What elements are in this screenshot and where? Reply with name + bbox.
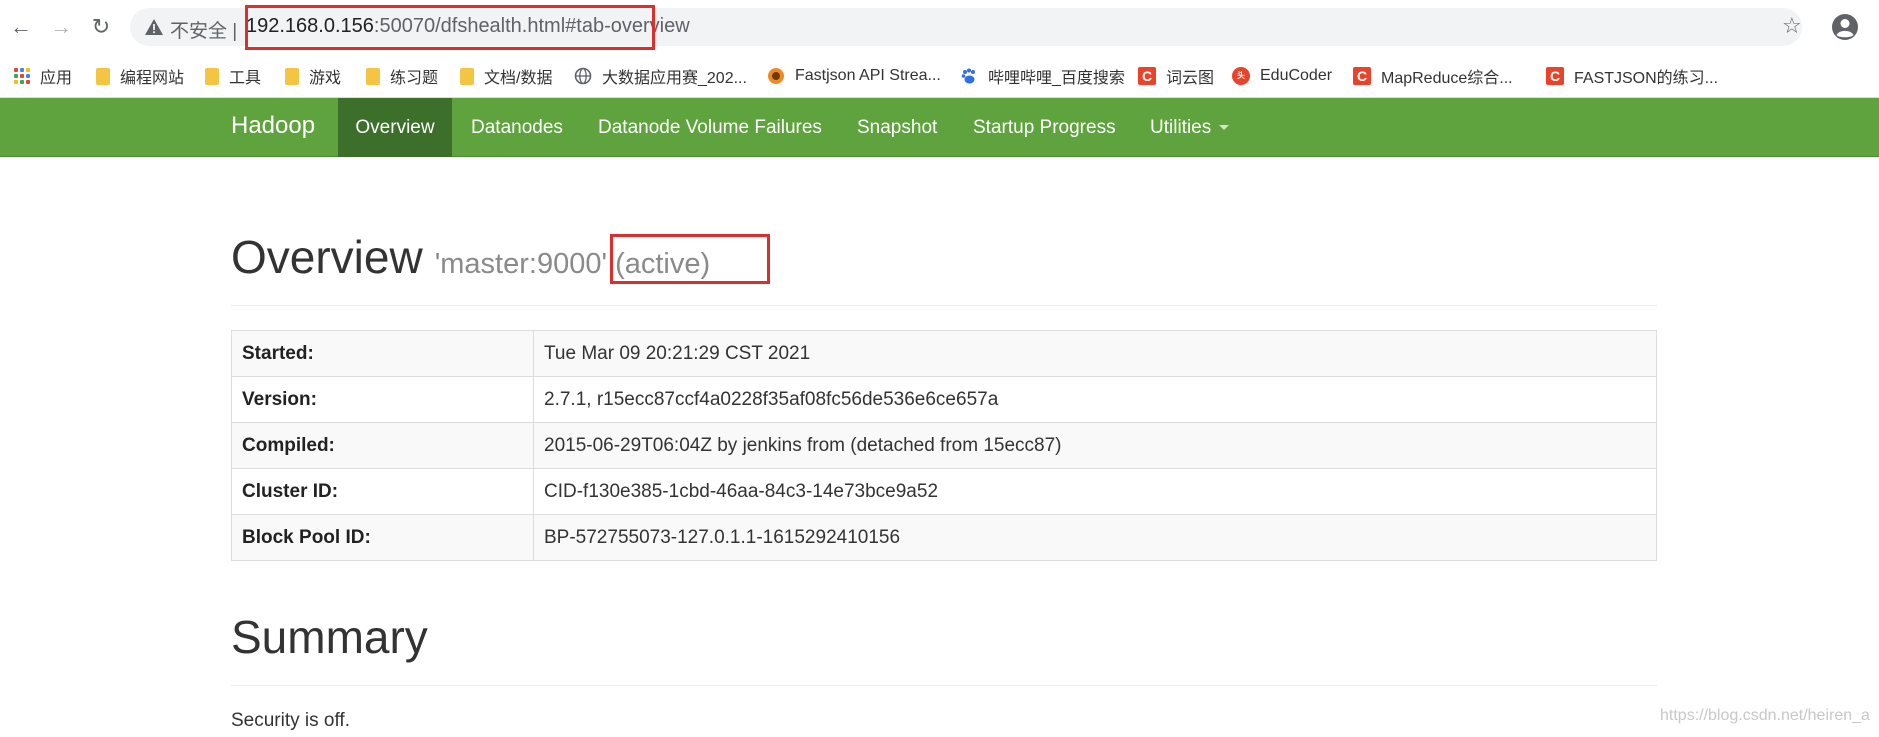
table-row: Cluster ID: CID-f130e385-1cbd-46aa-84c3-…	[231, 468, 1657, 515]
row-key: Cluster ID:	[231, 468, 534, 515]
bookmark-label: 编程网站	[120, 70, 185, 87]
table-row: Version: 2.7.1, r15ecc87ccf4a0228f35af08…	[231, 376, 1657, 423]
security-status: Security is off.	[231, 710, 350, 731]
active-highlight-box	[610, 234, 770, 284]
table-row: Started: Tue Mar 09 20:21:29 CST 2021	[231, 330, 1657, 377]
bookmark-label: 词云图	[1166, 70, 1215, 87]
tab-startup-progress[interactable]: Startup Progress	[973, 98, 1116, 157]
summary-heading: Summary	[231, 611, 428, 663]
bookmark-label: 文档/数据	[484, 70, 553, 87]
bookmark-link[interactable]: 大数据应用赛_202...	[574, 54, 747, 98]
csdn-icon: C	[1353, 67, 1371, 85]
watermark: https://blog.csdn.net/heiren_a	[1660, 707, 1870, 724]
tab-snapshot[interactable]: Snapshot	[857, 98, 937, 157]
warning-icon[interactable]	[144, 17, 164, 37]
caret-down-icon	[1219, 125, 1230, 131]
hadoop-navbar: Hadoop Overview Datanodes Datanode Volum…	[0, 98, 1879, 157]
bookmark-folder[interactable]: 编程网站	[96, 54, 184, 98]
folder-icon	[460, 67, 474, 85]
bookmark-link[interactable]: Fastjson API Strea...	[767, 54, 941, 98]
row-value: 2015-06-29T06:04Z by jenkins from (detac…	[533, 422, 1657, 469]
bookmark-label: 应用	[40, 70, 73, 87]
bookmark-label: Fastjson API Strea...	[795, 67, 941, 84]
bookmark-label: EduCoder	[1260, 67, 1333, 84]
bookmark-link[interactable]: 哔哩哔哩_百度搜索	[960, 54, 1125, 98]
reload-icon[interactable]: ↻	[88, 14, 114, 40]
star-icon[interactable]: ☆	[1782, 14, 1806, 38]
bookmark-label: 练习题	[390, 70, 439, 87]
globe-icon	[574, 67, 592, 85]
site-icon	[768, 68, 784, 84]
tab-datanodes[interactable]: Datanodes	[471, 98, 563, 157]
table-row: Block Pool ID: BP-572755073-127.0.1.1-16…	[231, 514, 1657, 561]
folder-icon	[366, 67, 380, 85]
tab-utilities-label: Utilities	[1150, 117, 1212, 138]
table-row: Compiled: 2015-06-29T06:04Z by jenkins f…	[231, 422, 1657, 469]
bookmark-link[interactable]: C 词云图	[1138, 54, 1214, 98]
insecure-label[interactable]: 不安全 |	[170, 16, 237, 43]
bookmark-folder[interactable]: 工具	[205, 54, 261, 98]
bookmark-folder[interactable]: 练习题	[366, 54, 438, 98]
row-value: BP-572755073-127.0.1.1-1615292410156	[533, 514, 1657, 561]
educoder-icon: 头	[1232, 67, 1250, 85]
baidu-paw-icon	[961, 68, 975, 84]
bookmark-link[interactable]: C MapReduce综合...	[1353, 54, 1513, 98]
folder-icon	[96, 67, 110, 85]
bookmark-link[interactable]: 头 EduCoder	[1232, 54, 1332, 98]
bookmark-label: 大数据应用赛_202...	[602, 70, 747, 87]
overview-title: Overview	[231, 231, 423, 283]
tab-utilities[interactable]: Utilities	[1150, 98, 1230, 157]
bookmarks-bar: 应用 编程网站 工具 游戏 练习题 文档/数据 大数据应用赛_202... Fa…	[0, 54, 1879, 98]
csdn-icon: C	[1138, 67, 1156, 85]
tab-overview[interactable]: Overview	[338, 98, 452, 157]
csdn-icon: C	[1546, 67, 1564, 85]
row-value: CID-f130e385-1cbd-46aa-84c3-14e73bce9a52	[533, 468, 1657, 515]
apps-icon	[14, 68, 30, 84]
row-key: Compiled:	[231, 422, 534, 469]
row-value: 2.7.1, r15ecc87ccf4a0228f35af08fc56de536…	[533, 376, 1657, 423]
url-highlight-box	[245, 5, 655, 50]
brand-link[interactable]: Hadoop	[231, 112, 315, 140]
namenode-address: 'master:9000'	[434, 248, 607, 280]
row-key: Version:	[231, 376, 534, 423]
folder-icon	[285, 67, 299, 85]
divider	[231, 305, 1657, 306]
row-value: Tue Mar 09 20:21:29 CST 2021	[533, 330, 1657, 377]
row-key: Started:	[231, 330, 534, 377]
bookmark-link[interactable]: C FASTJSON的练习...	[1546, 54, 1718, 98]
account-icon[interactable]	[1831, 13, 1859, 41]
divider	[231, 685, 1657, 686]
bookmark-label: 工具	[229, 70, 262, 87]
bookmark-label: 游戏	[309, 70, 342, 87]
bookmark-folder[interactable]: 文档/数据	[460, 54, 552, 98]
overview-table: Started: Tue Mar 09 20:21:29 CST 2021 Ve…	[231, 330, 1657, 561]
bookmark-apps[interactable]: 应用	[14, 54, 72, 98]
tab-datanode-volume-failures[interactable]: Datanode Volume Failures	[598, 98, 822, 157]
folder-icon	[205, 67, 219, 85]
back-icon[interactable]: ←	[8, 14, 34, 40]
bookmark-label: 哔哩哔哩_百度搜索	[988, 70, 1125, 87]
bookmark-label: MapReduce综合...	[1381, 70, 1513, 87]
forward-icon[interactable]: →	[48, 14, 74, 40]
bookmark-folder[interactable]: 游戏	[285, 54, 341, 98]
row-key: Block Pool ID:	[231, 514, 534, 561]
bookmark-label: FASTJSON的练习...	[1574, 70, 1719, 87]
